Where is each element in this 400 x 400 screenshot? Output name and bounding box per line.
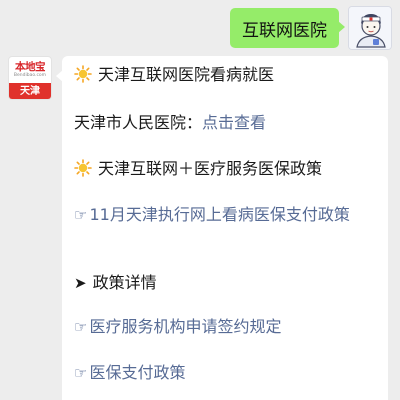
section2-title: 天津互联网＋医疗服务医保政策 xyxy=(98,159,323,178)
pointing-hand-icon: ☞ xyxy=(74,318,88,336)
sun-icon xyxy=(74,65,92,83)
details-heading: 政策详情 xyxy=(92,273,157,292)
section2-line: 天津互联网＋医疗服务医保政策 xyxy=(74,156,378,182)
hospital-link[interactable]: 点击查看 xyxy=(202,113,266,132)
incoming-message-bubble: 天津互联网医院看病就医 天津市人民医院：点击查看 天津互联网＋医疗服务医保政策 … xyxy=(56,56,388,400)
arrow-icon: ➤ xyxy=(74,274,87,292)
outgoing-message-bubble[interactable]: 互联网医院 xyxy=(230,8,345,48)
hospital-label: 天津市人民医院： xyxy=(74,113,203,132)
hospital-line: 天津市人民医院：点击查看 xyxy=(74,110,378,136)
pointing-hand-icon: ☞ xyxy=(74,364,88,382)
bendibao-city-label: 天津 xyxy=(9,83,51,99)
bendibao-logo-text: 本地宝 xyxy=(15,60,46,73)
user-avatar[interactable] xyxy=(348,6,392,50)
message-title-line: 天津互联网医院看病就医 xyxy=(74,62,378,88)
policy-link-3-text[interactable]: 医保支付政策 xyxy=(89,363,185,382)
pointing-hand-icon: ☞ xyxy=(74,206,88,224)
outgoing-message-row: 互联网医院 xyxy=(230,6,392,50)
policy-link-2-text[interactable]: 医疗服务机构申请签约规定 xyxy=(89,317,281,336)
user-avatar-icon xyxy=(349,7,391,49)
policy-link-3[interactable]: ☞ 医保支付政策 xyxy=(74,360,378,386)
policy-link-1-text[interactable]: 11月天津执行网上看病医保支付政策 xyxy=(89,205,349,224)
message-title: 天津互联网医院看病就医 xyxy=(98,65,275,84)
bendibao-logo: 本地宝 Bendibao.com xyxy=(9,57,51,83)
sun-icon xyxy=(74,159,92,177)
outgoing-message-text: 互联网医院 xyxy=(242,20,327,41)
bendibao-logo-subtext: Bendibao.com xyxy=(13,72,47,78)
policy-link-1[interactable]: ☞ 11月天津执行网上看病医保支付政策 xyxy=(74,202,364,228)
details-heading-line: ➤ 政策详情 xyxy=(74,270,378,296)
bendibao-avatar[interactable]: 本地宝 Bendibao.com 天津 xyxy=(8,56,52,100)
policy-link-2[interactable]: ☞ 医疗服务机构申请签约规定 xyxy=(74,314,378,340)
